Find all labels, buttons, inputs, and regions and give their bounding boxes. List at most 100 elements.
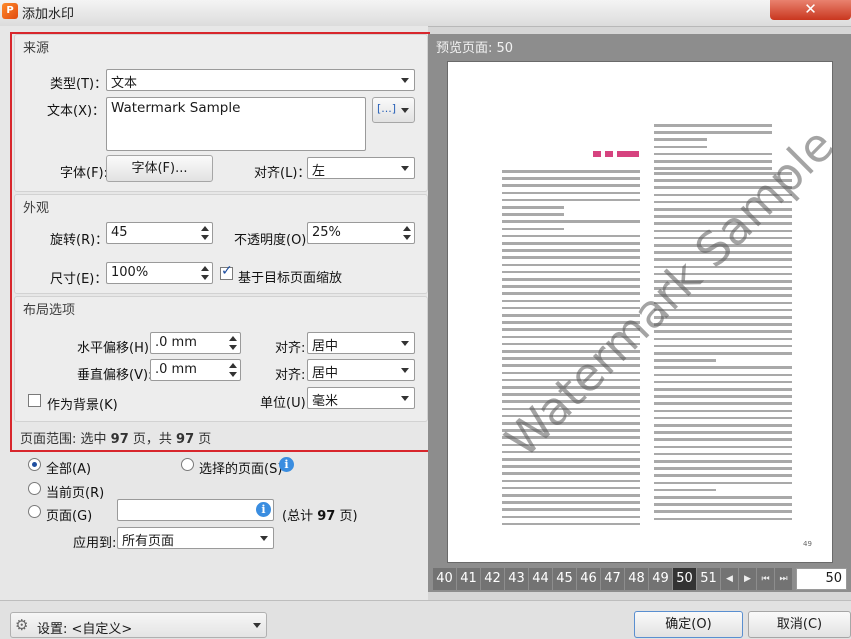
info-icon[interactable]: i <box>279 457 294 472</box>
page-tab[interactable]: 46 <box>577 568 600 590</box>
text-line <box>502 465 640 468</box>
text-line <box>654 395 792 398</box>
preview-page: Watermark Sample 49 <box>447 61 833 563</box>
page-tab[interactable]: 47 <box>601 568 624 590</box>
prev-page-icon[interactable]: ◀ <box>721 568 738 590</box>
heading-mark <box>593 151 601 157</box>
page-tab[interactable]: 44 <box>529 568 552 590</box>
page-range-suffix: 页 <box>198 432 212 447</box>
first-page-icon[interactable]: ⏮ <box>757 568 774 590</box>
apply-select[interactable]: 所有页面 <box>117 527 274 549</box>
text-line <box>502 292 640 295</box>
page-tab[interactable]: 43 <box>505 568 528 590</box>
text-line <box>654 452 792 456</box>
selected-pages-radio[interactable] <box>181 458 194 471</box>
page-tab[interactable]: 40 <box>433 568 456 590</box>
text-line <box>502 501 640 504</box>
text-line <box>502 508 640 511</box>
text-line <box>502 515 640 519</box>
all-pages-radio[interactable] <box>28 458 41 471</box>
page-range-summary: 页面范围: 选中 97 页，共 97 页 <box>20 428 211 447</box>
text-line <box>502 270 640 274</box>
total-pages-note: (总计 97 页) <box>282 505 358 524</box>
text-line <box>502 227 565 231</box>
pages-input[interactable]: i <box>117 499 274 521</box>
pages-radio[interactable] <box>28 505 41 518</box>
text-line <box>654 496 792 499</box>
text-line <box>502 234 640 238</box>
text-line <box>502 177 640 180</box>
gear-icon: ⚙ <box>15 616 29 634</box>
text-line <box>502 242 640 245</box>
total-prefix: (总计 <box>282 509 314 524</box>
text-line <box>502 486 640 490</box>
current-page-radio[interactable] <box>28 482 41 495</box>
text-line <box>502 198 640 202</box>
text-line <box>502 184 640 187</box>
page-tab[interactable]: 49 <box>649 568 672 590</box>
text-line <box>502 472 640 475</box>
text-line <box>654 402 792 405</box>
page-tab[interactable]: 51 <box>697 568 720 590</box>
next-page-icon[interactable]: ▶ <box>739 568 756 590</box>
text-line <box>654 160 772 163</box>
preview-label: 预览页面: 50 <box>436 37 513 56</box>
total-suffix: 页) <box>339 509 358 524</box>
text-line <box>654 124 772 127</box>
text-line <box>654 373 792 377</box>
text-line <box>502 299 640 303</box>
text-line <box>502 263 640 267</box>
app-logo-icon: P <box>2 3 18 19</box>
close-button[interactable]: ✕ <box>770 0 851 20</box>
text-line <box>502 285 640 288</box>
preview-page-number: 50 <box>496 41 514 56</box>
page-tab[interactable]: 41 <box>457 568 480 590</box>
page-range-middle: 页，共 <box>132 432 172 447</box>
text-line <box>654 145 708 149</box>
page-tab[interactable]: 48 <box>625 568 648 590</box>
text-line <box>654 152 772 156</box>
text-line <box>654 344 792 348</box>
apply-value: 所有页面 <box>122 534 175 549</box>
text-line <box>654 409 792 413</box>
text-line <box>654 488 717 492</box>
heading-mark <box>605 151 613 157</box>
total-count: 97 <box>176 432 195 447</box>
last-page-icon[interactable]: ⏭ <box>775 568 792 590</box>
text-line <box>654 380 792 384</box>
text-line <box>654 474 792 477</box>
text-line <box>502 213 565 216</box>
page-number-input[interactable]: 50 <box>796 568 847 590</box>
page-range-prefix: 页面范围: 选中 <box>20 432 107 447</box>
text-line <box>654 424 792 427</box>
text-line <box>502 494 640 497</box>
page-tab-selected[interactable]: 50 <box>673 568 696 590</box>
settings-select[interactable]: ⚙ 设置: <自定义> <box>10 612 267 638</box>
text-line <box>654 510 792 513</box>
text-line <box>654 366 792 369</box>
page-tab[interactable]: 42 <box>481 568 504 590</box>
page-tab[interactable]: 45 <box>553 568 576 590</box>
text-line <box>654 503 792 506</box>
text-line <box>502 249 640 252</box>
text-line <box>654 438 792 441</box>
page-footer-number: 49 <box>803 540 812 548</box>
all-pages-label: 全部(A) <box>46 462 92 477</box>
text-line <box>502 191 640 195</box>
chevron-down-icon <box>260 536 268 541</box>
text-line <box>654 131 772 134</box>
text-line <box>502 522 640 526</box>
text-line <box>502 206 565 209</box>
text-line <box>654 352 792 355</box>
text-line <box>654 416 792 420</box>
selected-count: 97 <box>110 432 129 447</box>
text-line <box>654 138 708 141</box>
text-line <box>654 517 792 521</box>
info-icon[interactable]: i <box>256 502 271 517</box>
ok-button[interactable]: 确定(O) <box>634 611 743 638</box>
cancel-button[interactable]: 取消(C) <box>748 611 851 638</box>
window-title: 添加水印 <box>22 7 75 22</box>
preview-label-text: 预览页面: <box>436 41 493 56</box>
text-line <box>654 481 792 485</box>
text-line <box>654 460 792 463</box>
